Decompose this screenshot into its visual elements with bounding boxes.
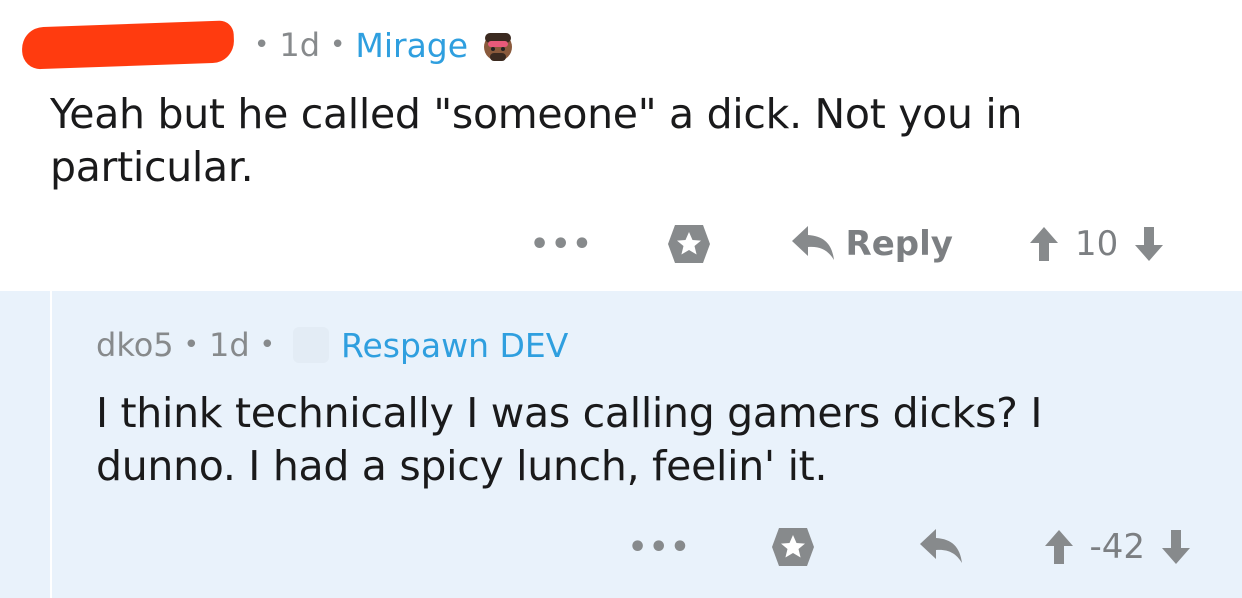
comment-body: Yeah but he called "someone" a dick. Not… [50,90,1023,191]
reply-button[interactable]: Reply [790,224,953,264]
reply-label: Reply [845,224,953,264]
comment-actions: ••• Reply 10 [530,216,1164,272]
comment-meta: • 1d • Mirage [21,20,518,70]
comment-body: I think technically I was calling gamers… [96,389,1043,490]
comment-age: 1d [279,26,321,64]
separator-dot: • [259,330,275,360]
thread-line[interactable] [50,291,52,598]
upvote-arrow-icon[interactable] [1044,528,1074,566]
user-flair: Respawn DEV [341,325,569,365]
comment-age: 1d [208,326,250,364]
separator-dot: • [183,330,199,360]
comment-meta: dko5 • 1d • Respawn DEV [96,322,568,368]
avatar-head-icon [484,33,513,61]
flair-emblem-icon [293,327,329,363]
more-options-button[interactable]: ••• [628,530,692,565]
reply-button[interactable] [918,527,964,567]
reply-arrow-icon [791,226,834,260]
upvote-arrow-icon[interactable] [1029,225,1059,263]
reply-arrow-icon [919,529,962,563]
redacted-username [21,20,235,70]
downvote-arrow-icon[interactable] [1161,528,1191,566]
comment-1: • 1d • Mirage Yeah but he called "someon… [0,0,1242,291]
award-icon[interactable] [666,221,712,267]
comment-2: dko5 • 1d • Respawn DEV I think technica… [0,291,1242,598]
user-flair: Mirage [355,25,469,65]
award-icon[interactable] [770,524,816,570]
vote-controls: -42 [1044,527,1192,567]
vote-controls: 10 [1029,224,1164,264]
separator-dot: • [330,30,346,60]
vote-score: -42 [1089,527,1146,567]
comment-author[interactable]: dko5 [96,326,174,364]
comment-actions: ••• -42 [628,519,1191,575]
vote-score: 10 [1074,224,1119,264]
downvote-arrow-icon[interactable] [1134,225,1164,263]
more-options-button[interactable]: ••• [530,227,594,262]
separator-dot: • [254,30,270,60]
